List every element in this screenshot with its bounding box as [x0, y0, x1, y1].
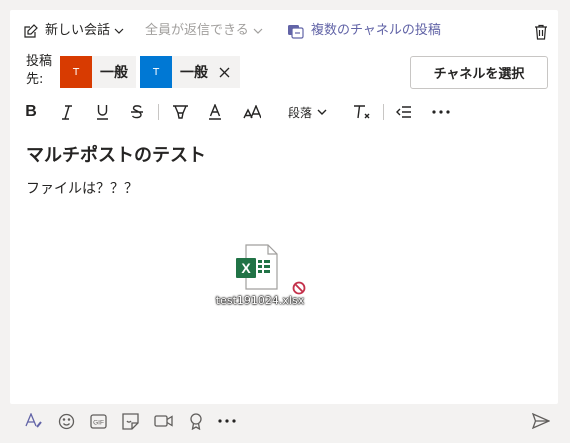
- select-channel-button[interactable]: チャネルを選択: [410, 56, 548, 89]
- compose-icon: [23, 23, 39, 39]
- clear-formatting-button[interactable]: [352, 102, 372, 122]
- more-options-button[interactable]: [216, 411, 238, 431]
- new-conversation-dropdown[interactable]: 新しい会話: [23, 21, 124, 41]
- meet-now-button[interactable]: [152, 411, 174, 431]
- new-conversation-label: 新しい会話: [45, 23, 111, 38]
- highlight-icon: [172, 104, 189, 120]
- post-to-label-line2: 先:: [26, 72, 44, 87]
- more-icon: [432, 110, 450, 114]
- sticker-button[interactable]: [120, 411, 140, 431]
- gif-icon: GIF: [89, 413, 107, 429]
- subject-field[interactable]: マルチポストのテスト: [26, 144, 206, 168]
- more-icon: [218, 419, 236, 423]
- chevron-down-icon: [317, 107, 327, 117]
- message-body[interactable]: ファイルは？？？: [26, 179, 138, 199]
- remove-channel-button[interactable]: [216, 64, 232, 80]
- attachment-filename: test191024.xlsx: [215, 294, 305, 307]
- highlight-button[interactable]: [170, 102, 190, 122]
- multi-channel-icon: [287, 23, 304, 39]
- paragraph-style-dropdown[interactable]: 段落: [288, 102, 327, 122]
- emoji-icon: [58, 413, 75, 430]
- strikethrough-icon: [130, 104, 144, 120]
- trash-icon: [534, 24, 548, 40]
- multi-channel-label: 複数のチャネルの投稿: [311, 23, 441, 38]
- font-size-icon: [243, 105, 261, 119]
- reply-setting-label: 全員が返信できる: [145, 23, 249, 38]
- underline-icon: [96, 104, 109, 120]
- chevron-down-icon: [253, 26, 263, 36]
- font-color-icon: [208, 104, 222, 120]
- multi-channel-post-button[interactable]: 複数のチャネルの投稿: [287, 21, 441, 41]
- channel-chip[interactable]: T 一般: [140, 56, 240, 88]
- bold-button[interactable]: B: [22, 102, 40, 122]
- decrease-indent-button[interactable]: [394, 102, 414, 122]
- chevron-down-icon: [114, 26, 124, 36]
- formatting-toolbar: B 段落: [10, 100, 558, 124]
- italic-button[interactable]: [58, 102, 76, 122]
- praise-button[interactable]: [186, 411, 206, 431]
- gif-button[interactable]: GIF: [88, 411, 108, 431]
- praise-icon: [189, 412, 203, 430]
- toolbar-divider: [383, 104, 384, 120]
- team-avatar: T: [60, 56, 92, 88]
- excel-icon-letter: X: [241, 260, 251, 276]
- file-attachment[interactable]: X test191024.xlsx: [210, 240, 310, 312]
- compose-actions-bar: GIF: [0, 408, 570, 434]
- channel-name: 一般: [92, 56, 136, 88]
- underline-button[interactable]: [93, 102, 111, 122]
- post-to-label: 投稿 先:: [26, 53, 52, 89]
- bold-icon: B: [25, 103, 37, 120]
- compose-box: 新しい会話 全員が返信できる 複数のチャネルの投稿 投稿 先: T 一般 T 一…: [10, 10, 558, 404]
- svg-text:GIF: GIF: [93, 419, 104, 426]
- delete-draft-button[interactable]: [532, 22, 550, 42]
- video-icon: [153, 414, 173, 428]
- channel-chip[interactable]: T 一般: [60, 56, 136, 88]
- send-button[interactable]: [530, 411, 552, 431]
- close-icon: [219, 67, 230, 78]
- font-size-button[interactable]: [242, 102, 262, 122]
- format-button[interactable]: [24, 411, 44, 431]
- outdent-icon: [396, 105, 412, 119]
- emoji-button[interactable]: [56, 411, 76, 431]
- more-options-button[interactable]: [430, 102, 452, 122]
- post-to-label-line1: 投稿: [26, 54, 53, 69]
- send-icon: [532, 413, 550, 429]
- strikethrough-button[interactable]: [128, 102, 146, 122]
- reply-setting-dropdown[interactable]: 全員が返信できる: [145, 21, 263, 41]
- sticker-icon: [121, 412, 139, 430]
- team-avatar: T: [140, 56, 172, 88]
- font-color-button[interactable]: [206, 102, 224, 122]
- clear-formatting-icon: [353, 104, 371, 120]
- paragraph-label: 段落: [288, 105, 313, 120]
- toolbar-divider: [158, 104, 159, 120]
- format-icon: [25, 413, 43, 429]
- italic-icon: [61, 104, 73, 120]
